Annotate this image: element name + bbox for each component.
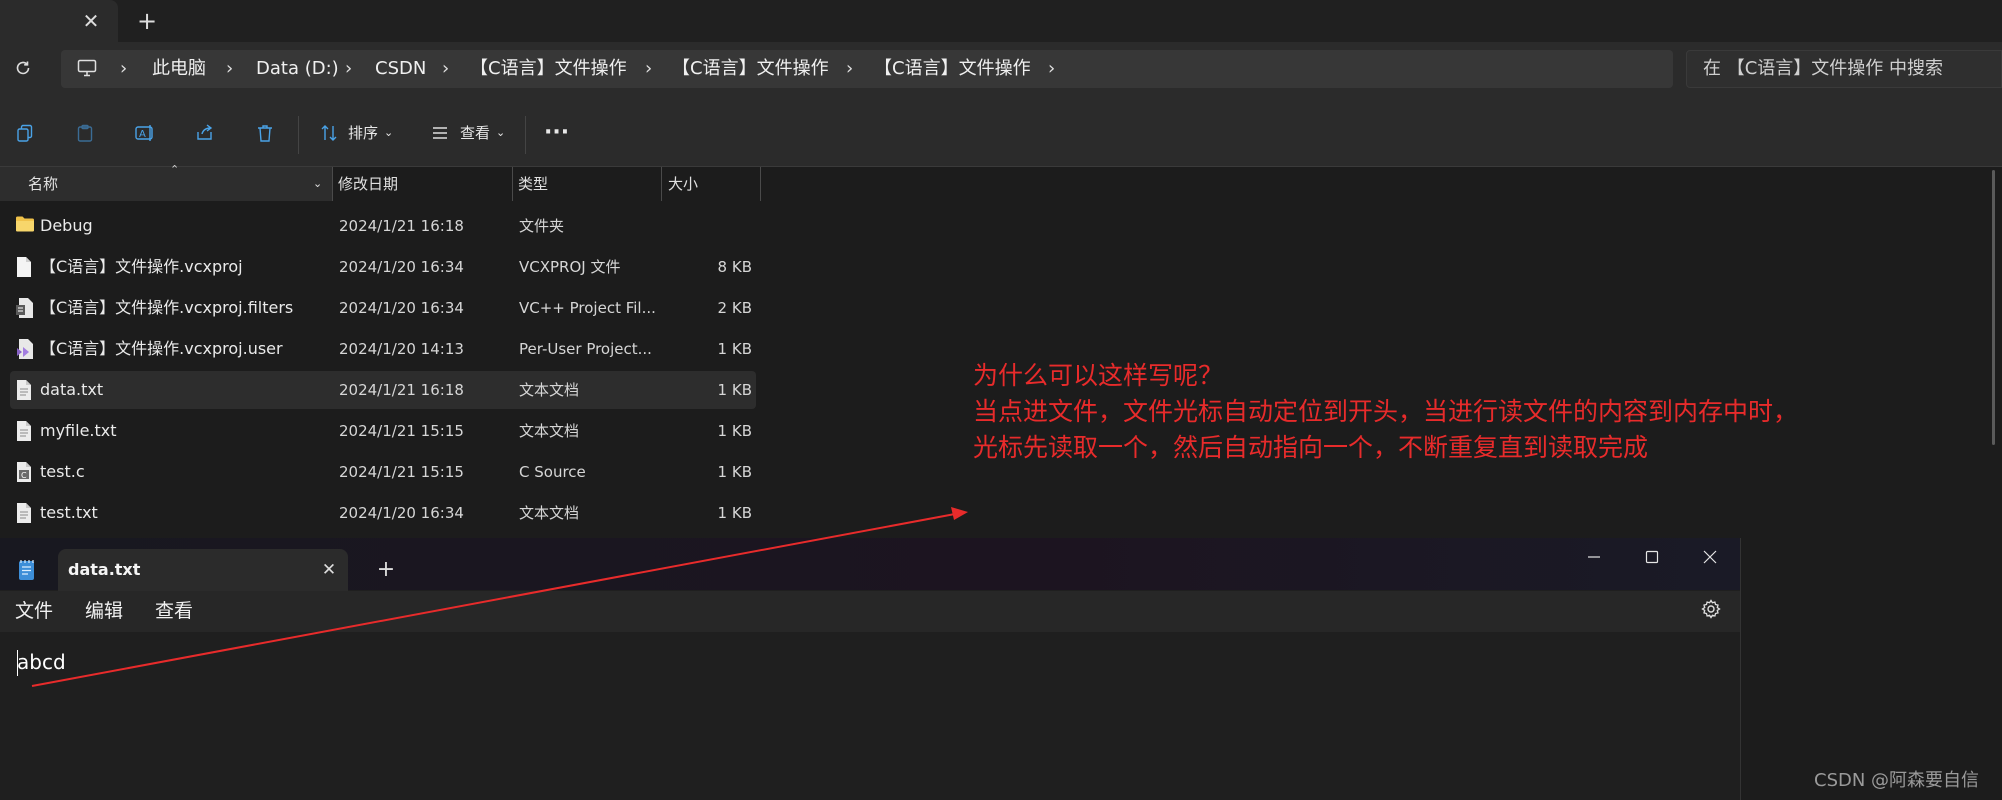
annotation-arrow-head	[951, 507, 968, 520]
annotation-arrow-line	[31, 513, 956, 687]
watermark-text: CSDN @阿森要自信	[1814, 770, 1980, 791]
annotation-arrow	[31, 507, 968, 687]
